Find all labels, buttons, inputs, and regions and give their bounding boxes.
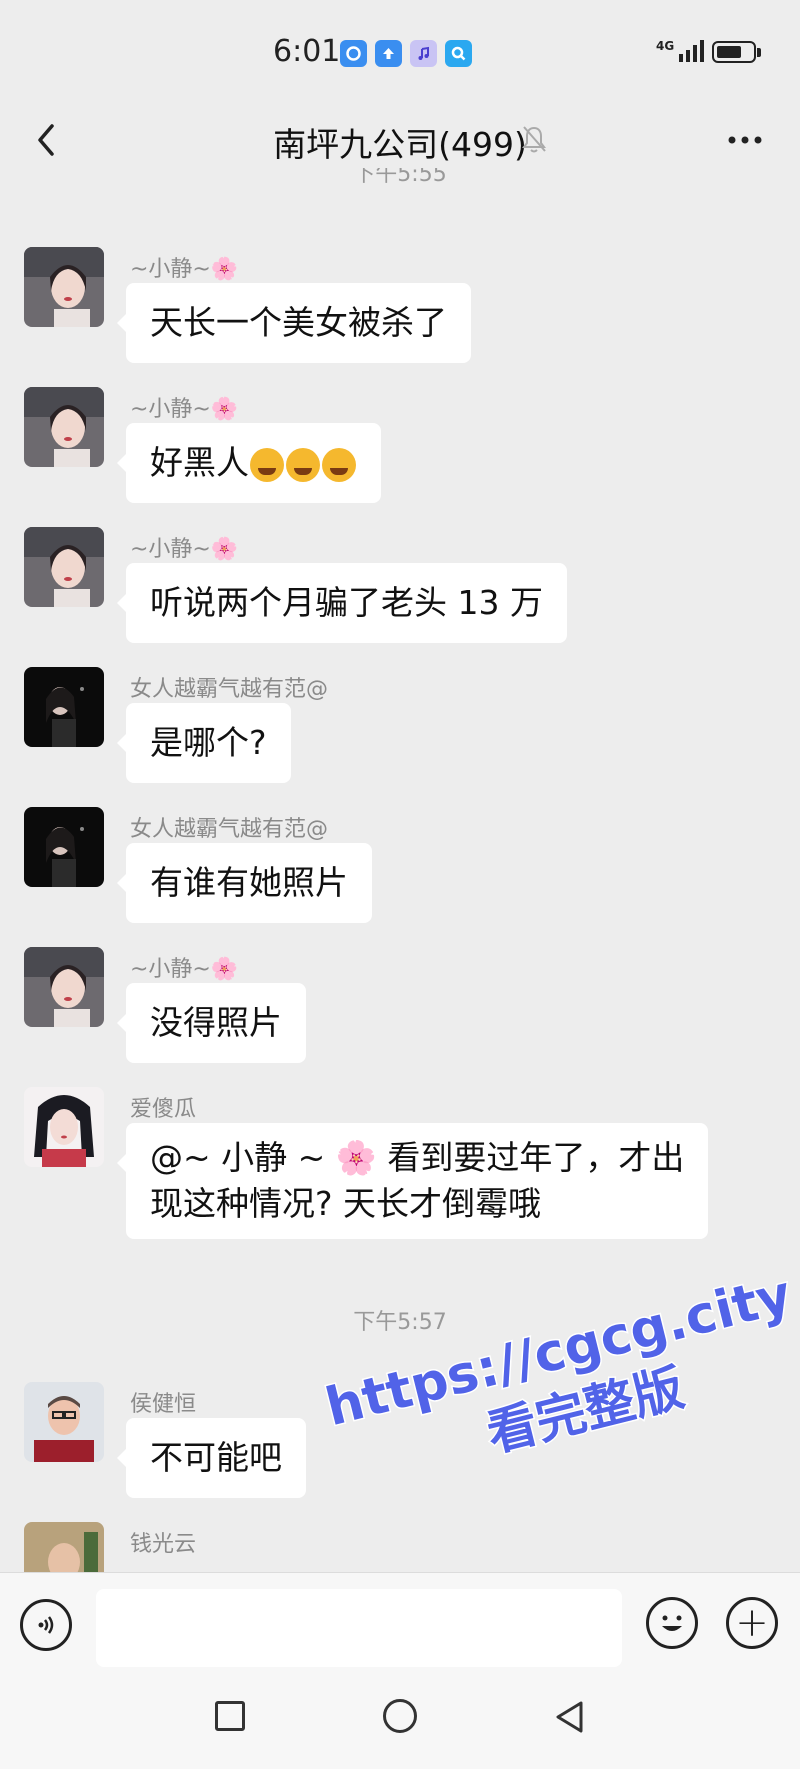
nav-bar [0,1683,800,1769]
message-text: 没得照片 [150,1003,282,1042]
avatar[interactable] [24,1522,104,1572]
message-text: 天长一个美女被杀了 [150,303,447,342]
sender-name: 爱傻瓜 [130,1097,197,1122]
sender-name: 侯健恒 [130,1392,197,1417]
sender-name: ~小静~🌸 [130,257,239,282]
status-time: 6:01 [273,34,341,69]
laugh-cry-emoji [322,447,356,482]
message-bubble[interactable]: 没得照片 [117,983,306,1063]
music-app-icon [410,40,437,67]
message-text: 好黑人 [150,443,249,482]
signal-icon: 4G [656,39,705,62]
watermark-cta: 看完整版 [480,1357,691,1465]
sender-name: 女人越霸气越有范@ [130,677,329,702]
avatar[interactable] [24,1382,104,1462]
signal-bar [693,45,698,62]
laugh-cry-emoji [286,447,320,482]
sender-name: ~小静~🌸 [130,397,239,422]
add-button[interactable]: + [726,1597,778,1649]
voice-button[interactable] [20,1599,72,1651]
plus-icon: + [735,1600,769,1646]
message-text: 不可能吧 [150,1438,282,1477]
message-bubble[interactable]: 好黑人 [117,423,381,503]
avatar[interactable] [24,807,104,887]
avatar[interactable] [24,527,104,607]
battery-tip [757,48,761,57]
avatar[interactable] [24,947,104,1027]
sender-name: 女人越霸气越有范@ [130,817,329,842]
recent-apps-button[interactable] [215,1701,245,1731]
emoji-group [249,443,357,482]
sender-name: 钱光云 [130,1532,197,1557]
signal-bar [686,50,691,62]
voice-icon [38,1616,54,1634]
message-item: 钱光云 [0,1522,800,1572]
emoji-button[interactable] [646,1597,698,1649]
message-text: 有谁有她照片 [150,863,348,902]
avatar[interactable] [24,387,104,467]
message-line: @~ 小静 ~ 🌸 看到要过年了，才出 [150,1138,685,1177]
home-button[interactable] [383,1699,417,1733]
laugh-cry-emoji [250,447,284,482]
input-bar: + [0,1572,800,1683]
message-text: 看到要过年了，才出 [387,1138,685,1177]
message-text: 现这种情况? 天长才倒霉哦 [150,1184,542,1223]
battery-level [717,46,741,58]
chat-title-text: 南坪九公司(499) [273,125,527,164]
network-type: 4G [656,39,675,53]
message-bubble[interactable]: 不可能吧 [117,1418,306,1498]
chat-title: 南坪九公司(499) [0,118,800,166]
message-text: 听说两个月骗了老头 13 万 [150,583,543,622]
more-button[interactable] [720,120,770,160]
clipped-timestamp: 下午5:55 [0,168,800,188]
signal-bar [679,54,684,62]
avatar[interactable] [24,247,104,327]
time-divider: 下午5:57 [353,1310,447,1335]
signal-bar [700,40,705,62]
message-bubble[interactable]: 听说两个月骗了老头 13 万 [117,563,567,643]
circle-app-icon [340,40,367,67]
clipped-timestamp-text: 下午5:55 [353,168,447,187]
status-bar: 6:01 4G [0,0,800,100]
battery-icon [712,41,756,63]
avatar[interactable] [24,667,104,747]
avatar[interactable] [24,1087,104,1167]
sender-name: ~小静~🌸 [130,537,239,562]
message-text: 是哪个? [150,723,267,762]
message-bubble[interactable]: @~ 小静 ~ 🌸 看到要过年了，才出 现这种情况? 天长才倒霉哦 [116,1123,709,1239]
search-app-icon [445,40,472,67]
smile-icon [662,1615,682,1631]
message-line: 现这种情况? 天长才倒霉哦 [150,1181,684,1227]
more-icon [728,136,762,144]
bell-off-icon [522,126,546,153]
message-bubble[interactable]: 天长一个美女被杀了 [117,283,471,363]
message-bubble[interactable]: 有谁有她照片 [117,843,372,923]
nav-back-button[interactable] [553,1699,585,1735]
upload-app-icon [375,40,402,67]
watermark-url: https://cgcg.city [318,1263,798,1440]
message-input[interactable] [96,1589,622,1667]
sender-name: ~小静~🌸 [130,957,239,982]
message-bubble[interactable]: 是哪个? [117,703,291,783]
notification-icons [340,40,472,67]
mention-text: @~ 小静 ~ [150,1138,326,1177]
